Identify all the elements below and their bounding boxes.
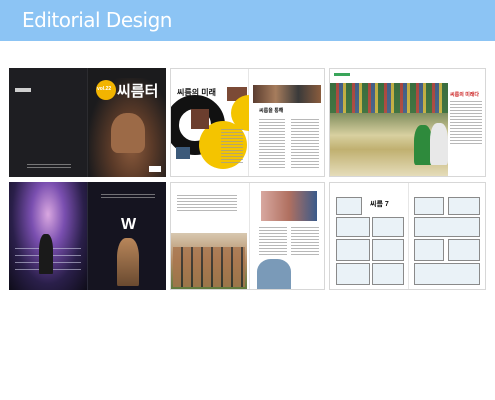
comic-panel-3 xyxy=(336,239,370,261)
portfolio-item-magazine-cover[interactable]: vol.22 씨름터 xyxy=(9,68,166,177)
cover-back-page xyxy=(9,68,87,177)
comic-title: 씨름 7 xyxy=(370,201,389,208)
portfolio-item-comic-spread[interactable]: 씨름 7 xyxy=(329,182,486,290)
cover-spine-divider xyxy=(87,68,88,177)
spread5-body-text-col1 xyxy=(259,227,287,255)
cover-photo-figure xyxy=(111,113,145,153)
page-title: Editorial Design xyxy=(22,8,172,32)
spread2-headline: 씨름의 미래 xyxy=(177,88,217,97)
champion-figure xyxy=(117,238,139,286)
spread5-photo-top xyxy=(261,191,317,221)
team-members-row xyxy=(173,247,245,287)
spread5-photo-bottom xyxy=(257,259,291,289)
spread5-divider xyxy=(249,183,250,289)
wrestler-figure-2 xyxy=(430,123,448,165)
photo-block-2 xyxy=(176,147,190,159)
comic-panel-12 xyxy=(448,239,480,261)
cover-barcode xyxy=(149,166,161,172)
portfolio-item-stadium-spread[interactable]: 씨름의 미래다 xyxy=(329,68,486,177)
comic-panel-13 xyxy=(414,263,480,285)
spread2-body-text-col2 xyxy=(291,119,319,169)
back-cover-footer-text xyxy=(27,164,71,169)
spread2-left-body-text xyxy=(221,129,243,165)
spread4-divider xyxy=(87,182,88,290)
back-cover-logo xyxy=(15,88,31,92)
photo-block-1 xyxy=(191,109,209,129)
spread4-heading-text xyxy=(101,194,155,200)
header-banner: Editorial Design xyxy=(0,0,495,41)
comic-panel-2 xyxy=(336,217,370,237)
cover-vol-label: vol.22 xyxy=(97,86,112,92)
spread6-divider xyxy=(408,183,409,289)
cover-masthead: 씨름터 xyxy=(117,82,159,100)
comic-panel-9 xyxy=(448,197,480,215)
portfolio-item-wwe-spread[interactable]: W xyxy=(9,182,166,290)
comic-panel-1 xyxy=(336,197,362,215)
comic-panel-5 xyxy=(372,217,404,237)
spread3-green-tag xyxy=(334,73,350,76)
wwe-logo: W xyxy=(121,216,137,233)
crowd-band xyxy=(330,83,448,113)
spread2-body-text-col1 xyxy=(259,119,285,169)
top-photo-strip xyxy=(253,85,321,103)
comic-panel-4 xyxy=(336,263,370,285)
portfolio-item-team-spread[interactable] xyxy=(170,182,325,290)
comic-panel-11 xyxy=(414,239,444,261)
spread5-body-text-col2 xyxy=(291,227,319,255)
comic-panel-7 xyxy=(372,263,404,285)
portfolio-item-feature-spread[interactable]: 씨름의 미래 씨름을 통해 xyxy=(170,68,325,177)
comic-panel-10 xyxy=(414,217,480,237)
wrestler-silhouette xyxy=(39,234,53,274)
comic-panel-6 xyxy=(372,239,404,261)
spread3-headline: 씨름의 미래다 xyxy=(450,92,479,98)
spread5-intro-text xyxy=(177,195,237,211)
spread2-subhead: 씨름을 통해 xyxy=(259,108,284,114)
comic-panel-8 xyxy=(414,197,444,215)
spread3-body-text xyxy=(450,101,482,145)
